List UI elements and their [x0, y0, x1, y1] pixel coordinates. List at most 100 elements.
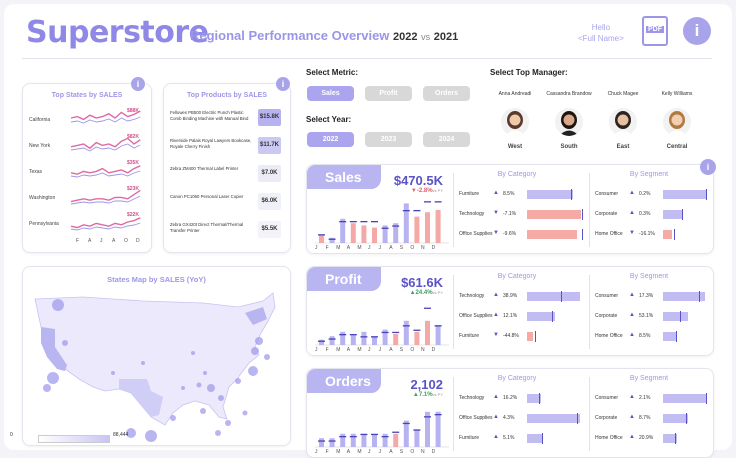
- month-bar[interactable]: [340, 433, 346, 447]
- month-bar[interactable]: [435, 210, 441, 243]
- kpi-panel-sales: Sales $470.5K ▼-2.8%vs PY J F M A M J J A S O N D By Ca…: [306, 164, 714, 254]
- categories-row[interactable]: Technology ▼ -7.1%: [459, 209, 584, 220]
- categories-row[interactable]: Office Supplies ▲ 4.3%: [459, 413, 583, 424]
- map-dot[interactable]: [225, 420, 231, 426]
- map-dot[interactable]: [251, 347, 259, 355]
- info-icon[interactable]: i: [683, 17, 711, 45]
- segments-row[interactable]: Corporate ▲ 0.3%: [595, 209, 709, 220]
- month-bar[interactable]: [435, 325, 441, 345]
- map-dot[interactable]: [170, 415, 176, 421]
- month-bar[interactable]: [361, 225, 367, 243]
- month-bar[interactable]: [425, 320, 430, 345]
- prev-year-marker: [413, 429, 421, 431]
- manager-avatar[interactable]: [609, 108, 637, 136]
- manager-avatar[interactable]: [555, 108, 583, 136]
- us-map[interactable]: [23, 267, 292, 447]
- map-dot[interactable]: [141, 361, 145, 365]
- month-bar[interactable]: [350, 223, 356, 243]
- map-dot[interactable]: [145, 430, 157, 442]
- metric-button-profit[interactable]: Profit: [365, 86, 412, 101]
- segments-row[interactable]: Consumer ▲ 17.3%: [595, 291, 709, 302]
- metric-button-sales[interactable]: Sales: [307, 86, 354, 101]
- month-bar[interactable]: [414, 331, 420, 345]
- month-bar[interactable]: [361, 331, 367, 345]
- year-button-2022[interactable]: 2022: [307, 132, 354, 147]
- month-bar[interactable]: [319, 339, 324, 345]
- segments-row[interactable]: Home Office ▲ 20.9%: [595, 433, 709, 444]
- map-dot[interactable]: [203, 371, 207, 375]
- month-bar[interactable]: [319, 438, 324, 447]
- month-bar[interactable]: [329, 237, 335, 243]
- map-dot[interactable]: [111, 371, 115, 375]
- month-bar[interactable]: [329, 438, 335, 447]
- month-bar[interactable]: [414, 429, 420, 447]
- segments-row[interactable]: Corporate ▲ 8.7%: [595, 413, 709, 424]
- map-dot[interactable]: [215, 430, 221, 436]
- month-bar[interactable]: [372, 433, 377, 447]
- month-bar[interactable]: [329, 336, 335, 345]
- month-bar[interactable]: [403, 320, 409, 345]
- month-bar[interactable]: [319, 235, 324, 243]
- top-products-info-icon[interactable]: i: [276, 77, 290, 91]
- pdf-export-icon[interactable]: PDF: [642, 16, 668, 46]
- month-bar[interactable]: [382, 433, 388, 447]
- month-bar[interactable]: [372, 336, 377, 345]
- map-dot[interactable]: [52, 299, 64, 311]
- categories-row[interactable]: Furniture ▼ -44.8%: [459, 331, 583, 342]
- month-bar[interactable]: [393, 334, 399, 345]
- month-label: S: [399, 449, 404, 455]
- map-dot[interactable]: [62, 340, 68, 346]
- manager-name[interactable]: Chuck Magee: [592, 91, 654, 97]
- categories-name: Furniture: [459, 333, 480, 339]
- categories-row[interactable]: Furniture ▲ 8.5%: [459, 189, 583, 200]
- segments-row[interactable]: Corporate ▲ 53.1%: [595, 311, 709, 322]
- month-bar[interactable]: [403, 203, 409, 243]
- month-bar[interactable]: [350, 334, 356, 345]
- month-bar[interactable]: [350, 433, 356, 447]
- manager-name[interactable]: Anna Andreadi: [484, 91, 546, 97]
- year-button-2023[interactable]: 2023: [365, 132, 412, 147]
- map-dot[interactable]: [218, 395, 224, 401]
- map-dot[interactable]: [191, 351, 195, 355]
- map-dot[interactable]: [43, 384, 51, 392]
- prev-year-marker: [424, 307, 431, 309]
- map-dot[interactable]: [242, 410, 248, 416]
- kpi-info-icon[interactable]: i: [700, 159, 716, 175]
- top-states-info-icon[interactable]: i: [131, 77, 145, 91]
- month-bar[interactable]: [393, 433, 399, 447]
- map-dot[interactable]: [235, 378, 241, 384]
- manager-avatar[interactable]: [501, 108, 529, 136]
- month-label: J: [378, 245, 382, 251]
- map-dot[interactable]: [207, 384, 215, 392]
- segments-row[interactable]: Home Office ▲ 8.5%: [595, 331, 709, 342]
- product-value: $15.8K: [258, 109, 281, 126]
- segments-row[interactable]: Consumer ▲ 2.1%: [595, 393, 709, 404]
- metric-button-orders[interactable]: Orders: [423, 86, 470, 101]
- month-bar[interactable]: [372, 227, 377, 243]
- map-dot[interactable]: [200, 408, 206, 414]
- categories-row[interactable]: Office Supplies ▼ -9.6%: [459, 229, 583, 240]
- month-bar[interactable]: [403, 420, 409, 447]
- manager-avatar[interactable]: [663, 108, 691, 136]
- month-bar[interactable]: [361, 433, 367, 447]
- map-dot[interactable]: [248, 366, 258, 376]
- categories-row[interactable]: Office Supplies ▲ 12.1%: [459, 311, 583, 322]
- categories-row[interactable]: Furniture ▲ 5.1%: [459, 433, 583, 444]
- year-button-2024[interactable]: 2024: [423, 132, 470, 147]
- map-dot[interactable]: [255, 337, 263, 345]
- month-bar[interactable]: [435, 411, 441, 447]
- categories-row[interactable]: Technology ▲ 16.2%: [459, 393, 583, 404]
- manager-name[interactable]: Kelly Williams: [646, 91, 708, 97]
- manager-name[interactable]: Cassandra Brandow: [538, 91, 600, 97]
- month-bar[interactable]: [340, 331, 346, 345]
- categories-row[interactable]: Technology ▲ 38.9%: [459, 291, 583, 302]
- map-dot[interactable]: [181, 386, 185, 390]
- segments-row[interactable]: Home Office ▼ -16.1%: [595, 229, 709, 240]
- map-dot[interactable]: [47, 372, 59, 384]
- map-dot[interactable]: [196, 382, 202, 388]
- map-dot[interactable]: [264, 354, 270, 360]
- month-bar[interactable]: [340, 218, 346, 243]
- month-bar[interactable]: [425, 212, 430, 243]
- segments-row[interactable]: Consumer ▲ 0.2%: [595, 189, 709, 200]
- month-bar[interactable]: [414, 216, 420, 243]
